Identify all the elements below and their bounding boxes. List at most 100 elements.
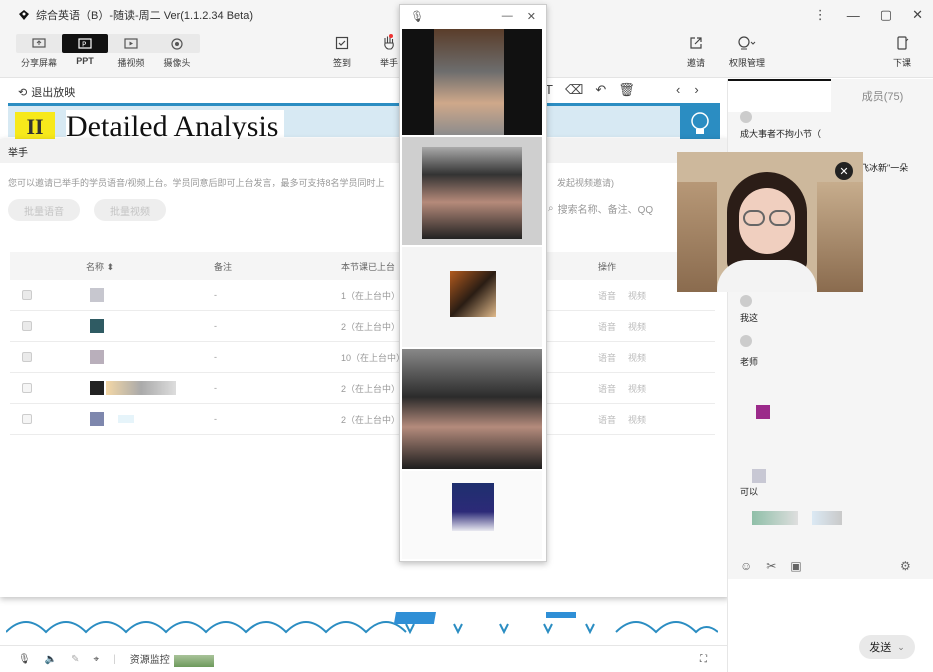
- voice-invite-link[interactable]: 语音: [598, 342, 616, 372]
- dialog-tip: 您可以邀请已举手的学员语音/视频上台。学员同意后即可上台发言，最多可支持8名学员…: [8, 176, 614, 189]
- play-video-mode[interactable]: [108, 34, 154, 53]
- undo-icon[interactable]: ↶: [595, 82, 606, 98]
- pixelated-avatar: [756, 405, 770, 419]
- row-checkbox[interactable]: [22, 352, 32, 362]
- pen-off-icon[interactable]: ✎: [71, 654, 79, 665]
- chat-message: [740, 111, 752, 125]
- permissions-button[interactable]: 权限管理: [724, 34, 770, 69]
- exit-slideshow-label: 退出放映: [31, 87, 76, 99]
- pixelated-face: [422, 147, 522, 239]
- avatar: [740, 335, 752, 347]
- location-icon[interactable]: ⌖: [94, 654, 100, 665]
- video-invite-link[interactable]: 视频: [628, 280, 646, 310]
- pixelated-face: [452, 483, 494, 531]
- video-tile-2[interactable]: [402, 137, 542, 245]
- chevron-down-icon[interactable]: ⌄: [897, 642, 905, 653]
- bottom-status-bar: 🎙 🔈 ✎ ⌖ | 资源监控 ⛶: [0, 645, 727, 672]
- video-play-icon: [124, 38, 138, 49]
- video-invite-link[interactable]: 视频: [628, 404, 646, 434]
- camera-label: 摄像头: [163, 58, 191, 68]
- emoji-icon[interactable]: ☺: [740, 559, 752, 573]
- minimize-button[interactable]: —: [847, 8, 860, 23]
- speaker-icon[interactable]: 🔈: [45, 654, 57, 665]
- next-slide-icon[interactable]: ›: [694, 82, 698, 97]
- signin-button[interactable]: 签到: [322, 34, 362, 69]
- invite-button[interactable]: 邀请: [676, 34, 716, 69]
- camera-mode[interactable]: [154, 34, 200, 53]
- row-times: 2（在上台中）: [341, 383, 401, 394]
- batch-video-button[interactable]: 批量视频: [94, 199, 166, 221]
- eraser-icon[interactable]: ⌫: [565, 82, 583, 98]
- close-button[interactable]: ✕: [912, 7, 923, 23]
- invite-label: 邀请: [686, 58, 705, 68]
- row-checkbox[interactable]: [22, 321, 32, 331]
- send-button[interactable]: 发送 ⌄: [859, 635, 915, 659]
- end-class-button[interactable]: 下课: [882, 34, 922, 69]
- video-tile-4[interactable]: [402, 349, 542, 469]
- chat-message: [740, 295, 752, 309]
- popup-minimize-button[interactable]: —: [502, 10, 513, 23]
- mic-icon[interactable]: 🎙: [410, 10, 424, 23]
- end-class-label: 下课: [892, 58, 911, 68]
- slide-header: II Detailed Analysis: [8, 103, 720, 144]
- bookshelf: [677, 182, 717, 292]
- play-video-label: 播视频: [117, 58, 145, 68]
- row-checkbox[interactable]: [22, 290, 32, 300]
- pixelated-content: [752, 511, 798, 525]
- search-box[interactable]: ⌕ 搜索名称、备注、QQ: [548, 201, 653, 216]
- search-icon: ⌕: [548, 203, 554, 214]
- batch-voice-button[interactable]: 批量语音: [8, 199, 80, 221]
- pixelated-avatar: [90, 412, 104, 426]
- exit-slideshow-button[interactable]: ⟲ 退出放映: [18, 84, 75, 100]
- trash-icon[interactable]: 🗑: [618, 82, 635, 98]
- pixelated-avatar: [90, 319, 104, 333]
- voice-invite-link[interactable]: 语音: [598, 280, 616, 310]
- settings-icon[interactable]: ⚙: [900, 559, 911, 573]
- row-note: -: [214, 321, 217, 331]
- chat-message-text: 我这: [740, 313, 759, 323]
- popup-close-button[interactable]: ✕: [527, 10, 536, 23]
- fullscreen-icon[interactable]: ⛶: [700, 654, 707, 665]
- side-tabs: 成员(75): [728, 79, 933, 112]
- row-checkbox[interactable]: [22, 414, 32, 424]
- row-checkbox[interactable]: [22, 383, 32, 393]
- search-placeholder: 搜索名称、备注、QQ: [557, 205, 654, 216]
- row-note: -: [214, 352, 217, 362]
- glasses-left: [743, 210, 765, 226]
- tab-chat[interactable]: [728, 79, 831, 112]
- table-row: - 10（在上台中） 语音 视频: [10, 342, 715, 373]
- resource-monitor[interactable]: 资源监控: [130, 651, 214, 667]
- more-menu-icon[interactable]: ⋮: [814, 7, 827, 23]
- voice-invite-link[interactable]: 语音: [598, 311, 616, 341]
- video-tile-3[interactable]: [402, 247, 542, 347]
- voice-invite-link[interactable]: 语音: [598, 404, 616, 434]
- teacher-camera-view[interactable]: ✕: [677, 152, 863, 292]
- maximize-button[interactable]: ▢: [880, 7, 892, 23]
- video-tile-1[interactable]: [402, 29, 542, 135]
- video-tile-5[interactable]: [402, 471, 542, 559]
- tab-members[interactable]: 成员(75): [831, 79, 933, 112]
- video-invite-link[interactable]: 视频: [628, 373, 646, 403]
- pixelated-avatar: [90, 381, 104, 395]
- scissors-icon[interactable]: ✂: [766, 559, 776, 573]
- prev-slide-icon[interactable]: ‹: [676, 82, 680, 97]
- table-row: - 2（在上台中） 语音 视频: [10, 404, 715, 435]
- video-invite-link[interactable]: 视频: [628, 311, 646, 341]
- table-row: - 2（在上台中） 语音 视频: [10, 311, 715, 342]
- image-icon[interactable]: ▣: [790, 559, 801, 573]
- video-invite-link[interactable]: 视频: [628, 342, 646, 372]
- chat-message-text: 飞冰新"一朵: [860, 163, 909, 173]
- ppt-mode[interactable]: P: [62, 34, 108, 53]
- avatar: [740, 295, 752, 307]
- row-note: -: [214, 290, 217, 300]
- voice-invite-link[interactable]: 语音: [598, 373, 616, 403]
- share-screen-mode[interactable]: [16, 34, 62, 53]
- screen-share-icon: [32, 38, 46, 48]
- col-name[interactable]: 名称 ⬍: [86, 252, 114, 280]
- ppt-label: PPT: [76, 56, 94, 66]
- row-times: 2（在上台中）: [341, 414, 401, 425]
- slide-tools: T ⌫ ↶ 🗑: [545, 82, 635, 98]
- close-camera-icon[interactable]: ✕: [835, 162, 853, 180]
- exit-phone-icon: [897, 36, 909, 50]
- microphone-icon[interactable]: 🎙: [18, 654, 31, 665]
